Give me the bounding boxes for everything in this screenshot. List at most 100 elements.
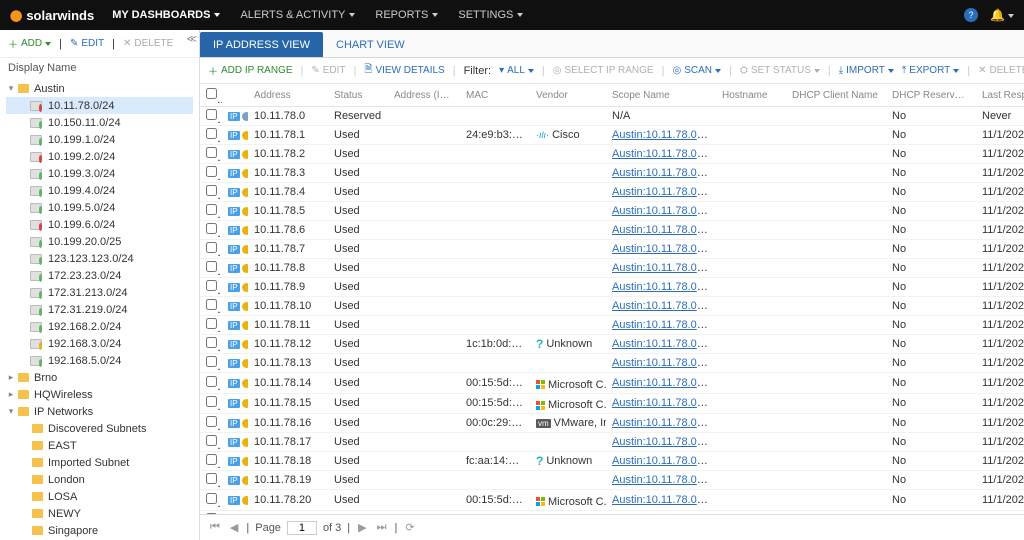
table-row[interactable]: IP10.11.78.5UsedAustin:10.11.78.0/24No11… [200, 202, 1024, 221]
row-checkbox[interactable] [206, 109, 217, 120]
tree-folder-newy[interactable]: NEWY [6, 505, 193, 522]
scope-link[interactable]: Austin:10.11.78.0/24 [612, 319, 712, 331]
sidebar-delete-button[interactable]: ✕ DELETE [123, 38, 173, 49]
filter-all-button[interactable]: ▾ ALL [499, 65, 534, 76]
page-last-button[interactable]: ⏭ [375, 521, 389, 534]
tree-folder-ip-networks[interactable]: ▾IP Networks [6, 403, 193, 420]
help-button[interactable]: ? [964, 8, 978, 22]
table-row[interactable]: IP10.11.78.11UsedAustin:10.11.78.0/24No1… [200, 316, 1024, 335]
nav-item-settings[interactable]: SETTINGS [458, 9, 523, 21]
row-checkbox[interactable] [206, 396, 217, 407]
col-header[interactable]: DHCP Reservation [886, 84, 976, 107]
select-ip-range-button[interactable]: ◎ SELECT IP RANGE [553, 65, 654, 76]
scope-link[interactable]: Austin:10.11.78.0/24 [612, 129, 712, 141]
tree-subnet-192-168-5-0-24[interactable]: 192.168.5.0/24 [6, 352, 193, 369]
tree-subnet-10-199-20-0-25[interactable]: 10.199.20.0/25 [6, 233, 193, 250]
col-header[interactable]: Last Response [976, 84, 1024, 107]
row-checkbox[interactable] [206, 185, 217, 196]
tree-subnet-10-150-11-0-24[interactable]: 10.150.11.0/24 [6, 114, 193, 131]
table-row[interactable]: IP10.11.78.9UsedAustin:10.11.78.0/24No11… [200, 278, 1024, 297]
col-header[interactable]: Address (IPv6) [388, 84, 460, 107]
edit-button[interactable]: ✎ EDIT [311, 65, 345, 76]
page-next-button[interactable]: ▶ [356, 521, 368, 534]
table-row[interactable]: IP10.11.78.13UsedAustin:10.11.78.0/24No1… [200, 354, 1024, 373]
select-all-checkbox[interactable] [206, 88, 217, 99]
scope-link[interactable]: Austin:10.11.78.0/24 [612, 167, 712, 179]
scope-link[interactable]: Austin:10.11.78.0/24 [612, 455, 712, 467]
delete-button[interactable]: ✕ DELETE [978, 65, 1024, 76]
nav-item-reports[interactable]: REPORTS [375, 9, 438, 21]
row-checkbox[interactable] [206, 435, 217, 446]
tree-folder-austin[interactable]: ▾Austin [6, 80, 193, 97]
tree-folder-brno[interactable]: ▸Brno [6, 369, 193, 386]
table-row[interactable]: IP10.11.78.0ReservedN/ANoNever [200, 107, 1024, 126]
scope-link[interactable]: Austin:10.11.78.0/24 [612, 148, 712, 160]
table-row[interactable]: IP10.11.78.15Used00:15:5d:e... Microsoft… [200, 393, 1024, 414]
tree-subnet-172-23-23-0-24[interactable]: 172.23.23.0/24 [6, 267, 193, 284]
tab-ip-address-view[interactable]: IP ADDRESS VIEW [200, 32, 323, 57]
tree-folder-losa[interactable]: LOSA [6, 488, 193, 505]
row-checkbox[interactable] [206, 493, 217, 504]
col-header[interactable]: Scope Name [606, 84, 716, 107]
tree-subnet-172-31-213-0-24[interactable]: 172.31.213.0/24 [6, 284, 193, 301]
col-header[interactable]: Hostname [716, 84, 786, 107]
row-checkbox[interactable] [206, 454, 217, 465]
row-checkbox[interactable] [206, 299, 217, 310]
col-header[interactable]: DHCP Client Name [786, 84, 886, 107]
nav-item-alerts-activity[interactable]: ALERTS & ACTIVITY [240, 9, 355, 21]
tab-chart-view[interactable]: CHART VIEW [323, 32, 418, 57]
tree-subnet-192-168-2-0-24[interactable]: 192.168.2.0/24 [6, 318, 193, 335]
tree-subnet-10-199-3-0-24[interactable]: 10.199.3.0/24 [6, 165, 193, 182]
tree-subnet-123-123-123-0-24[interactable]: 123.123.123.0/24 [6, 250, 193, 267]
row-checkbox[interactable] [206, 356, 217, 367]
table-row[interactable]: IP10.11.78.7UsedAustin:10.11.78.0/24No11… [200, 240, 1024, 259]
page-input[interactable] [287, 521, 317, 535]
view-details-button[interactable]: 🗎 VIEW DETAILS [364, 62, 444, 79]
collapse-sidebar-button[interactable]: ≪ [187, 34, 197, 45]
table-row[interactable]: IP10.11.78.1Used24:e9:b3:3...·ılı· Cisco… [200, 126, 1024, 145]
scope-link[interactable]: Austin:10.11.78.0/24 [612, 281, 712, 293]
refresh-button[interactable]: ⟳ [403, 521, 416, 534]
table-row[interactable]: IP10.11.78.2UsedAustin:10.11.78.0/24No11… [200, 145, 1024, 164]
scope-link[interactable]: Austin:10.11.78.0/24 [612, 397, 712, 409]
row-checkbox[interactable] [206, 204, 217, 215]
table-row[interactable]: IP10.11.78.4UsedAustin:10.11.78.0/24No11… [200, 183, 1024, 202]
row-checkbox[interactable] [206, 337, 217, 348]
row-checkbox[interactable] [206, 147, 217, 158]
tree-folder-east[interactable]: EAST [6, 437, 193, 454]
table-row[interactable]: IP10.11.78.6UsedAustin:10.11.78.0/24No11… [200, 221, 1024, 240]
table-row[interactable]: IP10.11.78.3UsedAustin:10.11.78.0/24No11… [200, 164, 1024, 183]
tree-subnet-10-199-5-0-24[interactable]: 10.199.5.0/24 [6, 199, 193, 216]
tree-folder-discovered-subnets[interactable]: Discovered Subnets [6, 420, 193, 437]
table-row[interactable]: IP10.11.78.8UsedAustin:10.11.78.0/24No11… [200, 259, 1024, 278]
row-checkbox[interactable] [206, 416, 217, 427]
col-header[interactable]: Address [248, 84, 328, 107]
tree-subnet-10-199-1-0-24[interactable]: 10.199.1.0/24 [6, 131, 193, 148]
import-button[interactable]: ⤓ IMPORT [839, 65, 894, 76]
set-status-button[interactable]: ⛭ SET STATUS [740, 65, 820, 76]
tree-folder-imported-subnet[interactable]: Imported Subnet [6, 454, 193, 471]
col-header[interactable] [222, 84, 248, 107]
table-row[interactable]: IP10.11.78.17UsedAustin:10.11.78.0/24No1… [200, 433, 1024, 452]
table-row[interactable]: IP10.11.78.19UsedAustin:10.11.78.0/24No1… [200, 471, 1024, 490]
scope-link[interactable]: Austin:10.11.78.0/24 [612, 186, 712, 198]
table-row[interactable]: IP10.11.78.16Used00:0c:29:c6...vm VMware… [200, 414, 1024, 433]
row-checkbox[interactable] [206, 223, 217, 234]
row-checkbox[interactable] [206, 318, 217, 329]
scan-button[interactable]: ◎ SCAN [672, 65, 721, 76]
scope-link[interactable]: Austin:10.11.78.0/24 [612, 474, 712, 486]
scope-link[interactable]: Austin:10.11.78.0/24 [612, 494, 712, 506]
scope-link[interactable]: Austin:10.11.78.0/24 [612, 338, 712, 350]
scope-link[interactable]: Austin:10.11.78.0/24 [612, 224, 712, 236]
scope-link[interactable]: Austin:10.11.78.0/24 [612, 300, 712, 312]
ip-table-wrap[interactable]: AddressStatusAddress (IPv6)MACVendorScop… [200, 84, 1024, 514]
table-row[interactable]: IP10.11.78.12Used1c:1b:0d:cf...? Unknown… [200, 335, 1024, 354]
scope-link[interactable]: Austin:10.11.78.0/24 [612, 436, 712, 448]
scope-link[interactable]: Austin:10.11.78.0/24 [612, 377, 712, 389]
table-row[interactable]: IP10.11.78.10UsedAustin:10.11.78.0/24No1… [200, 297, 1024, 316]
scope-link[interactable]: Austin:10.11.78.0/24 [612, 205, 712, 217]
col-header[interactable] [200, 84, 222, 107]
col-header[interactable]: Status [328, 84, 388, 107]
brand-logo[interactable]: ⬤ solarwinds [10, 8, 94, 23]
page-first-button[interactable]: ⏮ [208, 521, 222, 534]
